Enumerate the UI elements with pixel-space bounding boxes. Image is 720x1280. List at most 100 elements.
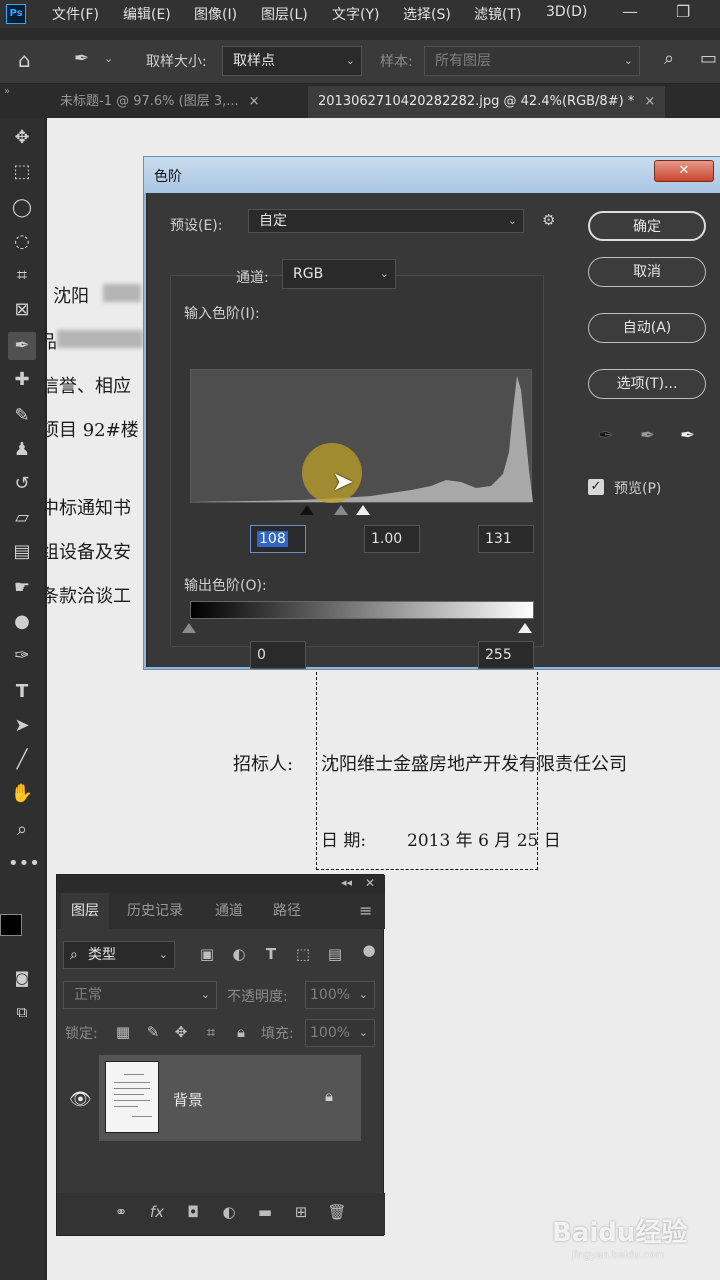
lock-all-icon[interactable]: 🔒︎	[231, 1023, 251, 1041]
output-white-field[interactable]: 255	[478, 641, 534, 669]
input-white-slider[interactable]	[356, 505, 370, 515]
close-tab-icon[interactable]: ×	[644, 94, 655, 109]
workspace-icon[interactable]: ▭	[700, 48, 717, 69]
eyedropper-tool-icon[interactable]: ✒	[74, 48, 89, 69]
preset-dropdown[interactable]: 自定 ⌄	[248, 209, 524, 233]
close-panel-icon[interactable]: ✕	[365, 876, 375, 890]
minimize-icon[interactable]: —	[622, 2, 638, 21]
expand-toolbar-icon[interactable]: »	[4, 86, 10, 97]
foreground-color-swatch[interactable]	[0, 914, 22, 936]
adjustment-layer-icon[interactable]: ◐	[219, 1203, 239, 1221]
panel-menu-icon[interactable]: ≡	[359, 901, 372, 920]
tool-preset-chevron-icon[interactable]: ⌄	[104, 52, 113, 65]
marquee-tool-icon[interactable]: ⬚	[8, 158, 36, 186]
add-mask-icon[interactable]: ◘	[183, 1203, 203, 1221]
channel-dropdown[interactable]: RGB ⌄	[282, 259, 396, 289]
ok-button[interactable]: 确定	[588, 211, 706, 241]
new-group-folder-icon[interactable]: ▬	[255, 1203, 275, 1221]
collapse-panel-icon[interactable]: ◂◂	[341, 876, 352, 889]
stamp-tool-icon[interactable]: ♟	[8, 436, 36, 464]
layer-lock-icon[interactable]: 🔒︎	[325, 1087, 333, 1105]
cancel-button[interactable]: 取消	[588, 257, 706, 287]
output-black-slider[interactable]	[182, 623, 196, 633]
restore-icon[interactable]: ❐	[676, 2, 690, 21]
lock-transparent-icon[interactable]: ▦	[113, 1023, 133, 1041]
crop-tool-icon[interactable]: ⌗	[8, 262, 36, 290]
menu-edit[interactable]: 编辑(E)	[123, 4, 171, 24]
options-button[interactable]: 选项(T)...	[588, 369, 706, 399]
input-black-field[interactable]: 108	[250, 525, 306, 553]
panel-header[interactable]: ◂◂ ✕	[57, 875, 385, 893]
tab-paths[interactable]: 路径	[263, 893, 311, 929]
input-gamma-field[interactable]: 1.00	[364, 525, 420, 553]
output-white-slider[interactable]	[518, 623, 532, 633]
filter-toggle-icon[interactable]: ●	[359, 941, 379, 959]
filter-type-icon[interactable]: T	[261, 945, 281, 963]
tab-active-document[interactable]: 20130627104202822​82.jpg @ 42.4%(RGB/8#)…	[308, 86, 666, 118]
smudge-tool-icon[interactable]: ☛	[8, 574, 36, 602]
delete-layer-trash-icon[interactable]: 🗑︎	[327, 1203, 347, 1221]
gradient-tool-icon[interactable]: ▤	[8, 538, 36, 566]
auto-button[interactable]: 自动(A)	[588, 313, 706, 343]
quick-mask-icon[interactable]: ◙	[8, 964, 36, 992]
white-point-eyedropper-icon[interactable]: ✒	[680, 425, 695, 446]
eraser-tool-icon[interactable]: ▱	[8, 504, 36, 532]
menu-file[interactable]: 文件(F)	[52, 4, 99, 24]
line-tool-icon[interactable]: ╱	[8, 746, 36, 774]
type-tool-icon[interactable]: T	[8, 678, 36, 706]
input-gamma-slider[interactable]	[334, 505, 348, 515]
menu-select[interactable]: 选择(S)	[403, 4, 451, 24]
link-layers-icon[interactable]: ⚭	[111, 1203, 131, 1221]
pen-tool-icon[interactable]: ✑	[8, 642, 36, 670]
filter-smart-object-icon[interactable]: ▤	[325, 945, 345, 963]
lock-position-icon[interactable]: ✥	[171, 1023, 191, 1041]
filter-pixel-icon[interactable]: ▣	[197, 945, 217, 963]
menu-type[interactable]: 文字(Y)	[332, 4, 379, 24]
filter-adjustment-icon[interactable]: ◐	[229, 945, 249, 963]
close-tab-icon[interactable]: ×	[249, 94, 260, 109]
search-icon[interactable]: ⌕	[664, 48, 674, 69]
preset-options-gear-icon[interactable]: ⚙	[542, 211, 555, 229]
zoom-tool-icon[interactable]: ⌕	[8, 816, 36, 844]
gray-point-eyedropper-icon[interactable]: ✒	[640, 425, 655, 446]
dialog-titlebar[interactable]: 色阶 ✕	[144, 157, 720, 193]
lock-pixels-icon[interactable]: ✎	[143, 1023, 163, 1041]
quick-select-tool-icon[interactable]: ◌	[8, 228, 36, 256]
fill-field[interactable]: 100% ⌄	[305, 1019, 375, 1047]
lock-artboard-icon[interactable]: ⌗	[201, 1023, 221, 1041]
layer-row-background[interactable]: 背景 🔒︎	[99, 1055, 361, 1141]
menu-image[interactable]: 图像(I)	[194, 4, 237, 24]
sample-dropdown[interactable]: 所有图层 ⌄	[424, 46, 640, 76]
new-layer-icon[interactable]: ⊞	[291, 1203, 311, 1221]
screen-mode-icon[interactable]: ⧉	[8, 998, 36, 1026]
history-brush-tool-icon[interactable]: ↺	[8, 470, 36, 498]
opacity-field[interactable]: 100% ⌄	[305, 981, 375, 1009]
black-point-eyedropper-icon[interactable]: ✒	[598, 425, 613, 446]
move-tool-icon[interactable]: ✥	[8, 124, 36, 152]
more-tools-icon[interactable]: •••	[8, 850, 40, 878]
filter-shape-icon[interactable]: ⬚	[293, 945, 313, 963]
hand-tool-icon[interactable]: ✋	[8, 780, 36, 808]
visibility-eye-icon[interactable]: 👁︎	[69, 1089, 92, 1110]
layer-style-fx-icon[interactable]: fx	[147, 1203, 167, 1221]
menu-3d[interactable]: 3D(D)	[546, 4, 587, 20]
healing-brush-tool-icon[interactable]: ✚	[8, 366, 36, 394]
menu-filter[interactable]: 滤镜(T)	[474, 4, 521, 24]
eyedropper-tool-icon[interactable]: ✒	[8, 332, 36, 360]
home-icon[interactable]: ⌂	[18, 48, 31, 72]
layer-filter-dropdown[interactable]: ⌕ 类型 ⌄	[63, 941, 175, 969]
path-select-tool-icon[interactable]: ➤	[8, 712, 36, 740]
preview-checkbox[interactable]: ✓	[588, 479, 604, 495]
dialog-close-button[interactable]: ✕	[654, 160, 714, 182]
tab-untitled-1[interactable]: 未标题-1 @ 97.6% (图层 3,... ×	[50, 86, 270, 118]
tab-channels[interactable]: 通道	[205, 893, 253, 929]
tab-history[interactable]: 历史记录	[117, 893, 193, 929]
output-black-field[interactable]: 0	[250, 641, 306, 669]
frame-tool-icon[interactable]: ⊠	[8, 296, 36, 324]
input-black-slider[interactable]	[300, 505, 314, 515]
blend-mode-dropdown[interactable]: 正常 ⌄	[63, 981, 217, 1009]
tab-layers[interactable]: 图层	[61, 893, 109, 929]
dodge-tool-icon[interactable]: ●	[8, 608, 36, 636]
sample-size-dropdown[interactable]: 取样点 ⌄	[222, 46, 362, 76]
menu-layer[interactable]: 图层(L)	[261, 4, 308, 24]
